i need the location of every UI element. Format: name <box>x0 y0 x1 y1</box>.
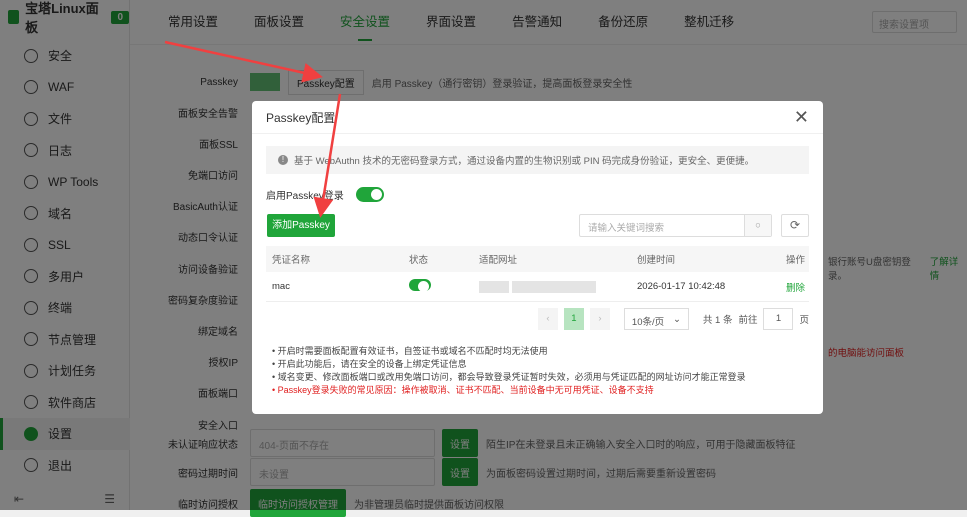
table-row: mac 2026-01-17 10:42:48 删除 <box>266 272 809 302</box>
search-placeholder: 请输入关键词搜索 <box>588 223 665 234</box>
goto-label: 前往 <box>738 315 758 326</box>
next-page-button[interactable]: › <box>589 308 610 330</box>
page-size-value: 10条/页 <box>631 317 665 328</box>
search-icon[interactable]: ○ <box>744 215 771 236</box>
delete-button[interactable]: 删除 <box>777 280 809 294</box>
total-count: 共 1 条 <box>702 315 733 326</box>
enable-passkey-label: 启用Passkey登录 <box>266 191 344 202</box>
col-name: 凭证名称 <box>272 255 311 266</box>
enable-passkey-toggle[interactable] <box>355 187 384 202</box>
pagination: ‹ 1 › 10条/页 ⌄ 共 1 条 前往 1 页 <box>537 308 809 330</box>
col-action: 操作 <box>785 255 805 266</box>
info-banner: ! 基于 WebAuthn 技术的无密码登录方式，通过设备内置的生物识别或 PIN… <box>266 146 809 174</box>
info-icon: ! <box>278 155 288 165</box>
chevron-down-icon: ⌄ <box>672 314 681 325</box>
notes-list: 开启时需要面板配置有效证书，自签证书或域名不匹配时均无法使用开启此功能后，请在安… <box>272 345 746 397</box>
add-passkey-button[interactable]: 添加Passkey <box>267 214 335 237</box>
page-1-button[interactable]: 1 <box>563 308 584 330</box>
prev-page-button[interactable]: ‹ <box>537 308 558 330</box>
info-text: 基于 WebAuthn 技术的无密码登录方式，通过设备内置的生物识别或 PIN … <box>294 156 755 167</box>
modal-title: Passkey配置 <box>266 110 336 125</box>
credential-name: mac <box>272 281 290 292</box>
credential-status-toggle[interactable] <box>409 279 431 292</box>
passkey-config-modal: Passkey配置 ✕ ! 基于 WebAuthn 技术的无密码登录方式，通过设备内… <box>252 101 823 414</box>
credential-created: 2026-01-17 10:42:48 <box>637 281 726 292</box>
page-size-select[interactable]: 10条/页 ⌄ <box>623 308 689 330</box>
refresh-icon[interactable]: ⟳ <box>781 214 809 237</box>
close-icon[interactable]: ✕ <box>794 107 809 128</box>
table-header: 凭证名称 状态 适配网址 创建时间 操作 <box>266 246 809 272</box>
goto-page-input[interactable]: 1 <box>763 308 794 330</box>
page-unit: 页 <box>799 315 809 326</box>
passkey-table: 凭证名称 状态 适配网址 创建时间 操作 mac 2026-01-17 10:4… <box>266 246 809 302</box>
col-status: 状态 <box>409 255 429 266</box>
note-item: 域名变更、修改面板端口或改用免端口访问，都会导致登录凭证暂时失效，必须用与凭证匹… <box>272 371 746 384</box>
col-created: 创建时间 <box>637 255 676 266</box>
col-url: 适配网址 <box>479 255 518 266</box>
note-item: 开启时需要面板配置有效证书，自签证书或域名不匹配时均无法使用 <box>272 345 746 358</box>
note-item: Passkey登录失败的常见原因：操作被取消、证书不匹配、当前设备中无可用凭证、… <box>272 384 746 397</box>
credential-url-blurred <box>479 280 637 293</box>
note-item: 开启此功能后，请在安全的设备上绑定凭证信息 <box>272 358 746 371</box>
keyword-search-input[interactable]: 请输入关键词搜索 ○ <box>579 214 772 237</box>
